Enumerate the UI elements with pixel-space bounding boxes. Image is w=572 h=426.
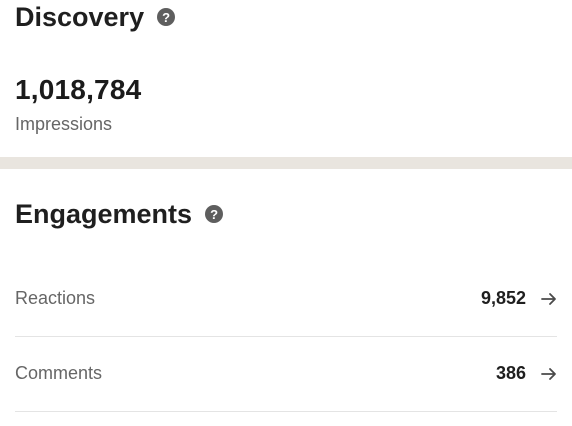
section-divider (0, 157, 572, 169)
comments-value: 386 (495, 363, 526, 383)
reactions-label: Reactions (15, 288, 96, 308)
impressions-label: Impressions (15, 114, 113, 134)
reactions-row[interactable]: Reactions 9,852 (15, 261, 557, 337)
arrow-right-icon[interactable] (541, 292, 557, 306)
comments-value-group: 386 (496, 363, 557, 384)
reactions-value: 9,852 (480, 288, 526, 308)
comments-row[interactable]: Comments 386 (15, 336, 557, 412)
arrow-right-icon[interactable] (541, 367, 557, 381)
discovery-help-icon[interactable]: ? (157, 8, 176, 26)
comments-label: Comments (15, 363, 103, 383)
discovery-title: Discovery (15, 1, 145, 32)
engagements-help-icon[interactable]: ? (205, 205, 224, 223)
engagements-heading: Engagements ? (15, 197, 224, 231)
engagements-title: Engagements (15, 198, 193, 229)
reactions-value-group: 9,852 (481, 288, 557, 309)
discovery-heading: Discovery ? (15, 0, 176, 34)
impressions-count: 1,018,784 (15, 74, 142, 105)
